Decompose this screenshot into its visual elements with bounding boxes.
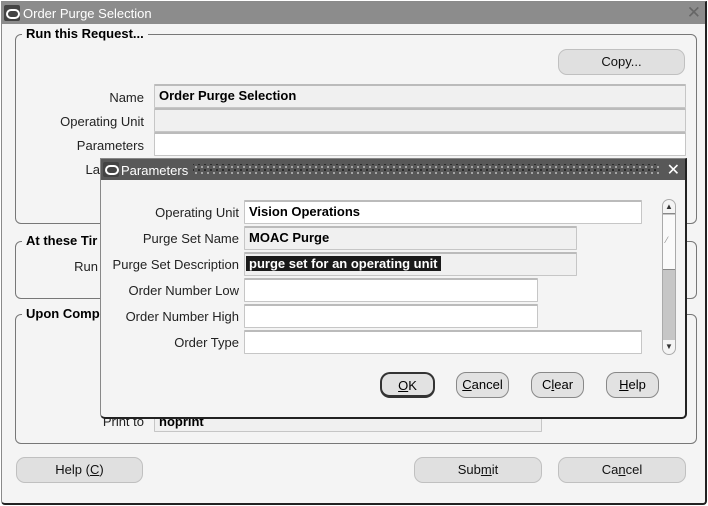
order-number-high-label: Order Number High [125, 309, 239, 324]
parameters-dialog: Parameters ✕ Operating Unit Vision Opera… [100, 158, 687, 419]
submit-button[interactable]: Submit [414, 457, 542, 483]
parameters-dialog-title: Parameters [121, 163, 189, 178]
parameters-scrollbar[interactable]: ▲ ▼ [662, 199, 676, 355]
parameters-label: Parameters [76, 138, 144, 153]
copy-button[interactable]: Copy... [558, 49, 685, 75]
order-type-label: Order Type [174, 335, 239, 350]
name-field[interactable]: Order Purge Selection [154, 84, 686, 108]
run-request-legend: Run this Request... [22, 26, 148, 41]
close-icon[interactable]: ✕ [667, 160, 680, 180]
close-icon[interactable]: ✕ [687, 3, 701, 23]
order-type-field[interactable] [244, 330, 642, 354]
purge-set-name-label: Purge Set Name [142, 231, 239, 246]
run-label: Run [74, 259, 98, 274]
dialog-cancel-button[interactable]: Cancel [456, 372, 509, 398]
purge-set-name-field[interactable]: MOAC Purge [244, 226, 577, 250]
language-label: La [85, 162, 100, 177]
clear-button[interactable]: Clear [531, 372, 584, 398]
name-label: Name [109, 90, 144, 105]
purge-set-description-label: Purge Set Description [112, 257, 239, 272]
purge-set-description-field[interactable]: purge set for an operating unit [244, 252, 577, 276]
dialog-help-button[interactable]: Help [606, 372, 659, 398]
at-these-times-legend: At these Tir [22, 233, 102, 248]
ok-button[interactable]: OK [380, 372, 435, 398]
selected-text: purge set for an operating unit [246, 256, 441, 271]
param-operating-unit-label: Operating Unit [155, 205, 239, 220]
window-title: Order Purge Selection [23, 6, 152, 21]
operating-unit-label: Operating Unit [60, 114, 144, 129]
oracle-logo-icon [103, 162, 119, 177]
operating-unit-field[interactable] [154, 108, 686, 132]
parameters-field[interactable] [154, 132, 686, 156]
scroll-thumb[interactable] [663, 215, 675, 270]
upon-completion-legend: Upon Comp [22, 306, 104, 321]
scroll-down-icon[interactable]: ▼ [663, 340, 675, 354]
titlebar-grip[interactable] [193, 164, 659, 175]
order-number-low-label: Order Number Low [128, 283, 239, 298]
order-number-low-field[interactable] [244, 278, 538, 302]
help-button[interactable]: Help (C) [16, 457, 143, 483]
param-operating-unit-field[interactable]: Vision Operations [244, 200, 642, 224]
order-number-high-field[interactable] [244, 304, 538, 328]
oracle-logo-icon [4, 5, 20, 21]
parameters-dialog-titlebar[interactable]: Parameters ✕ [101, 159, 685, 180]
scroll-up-icon[interactable]: ▲ [663, 200, 675, 214]
cancel-button[interactable]: Cancel [558, 457, 686, 483]
window-titlebar[interactable]: Order Purge Selection ✕ [2, 2, 705, 24]
